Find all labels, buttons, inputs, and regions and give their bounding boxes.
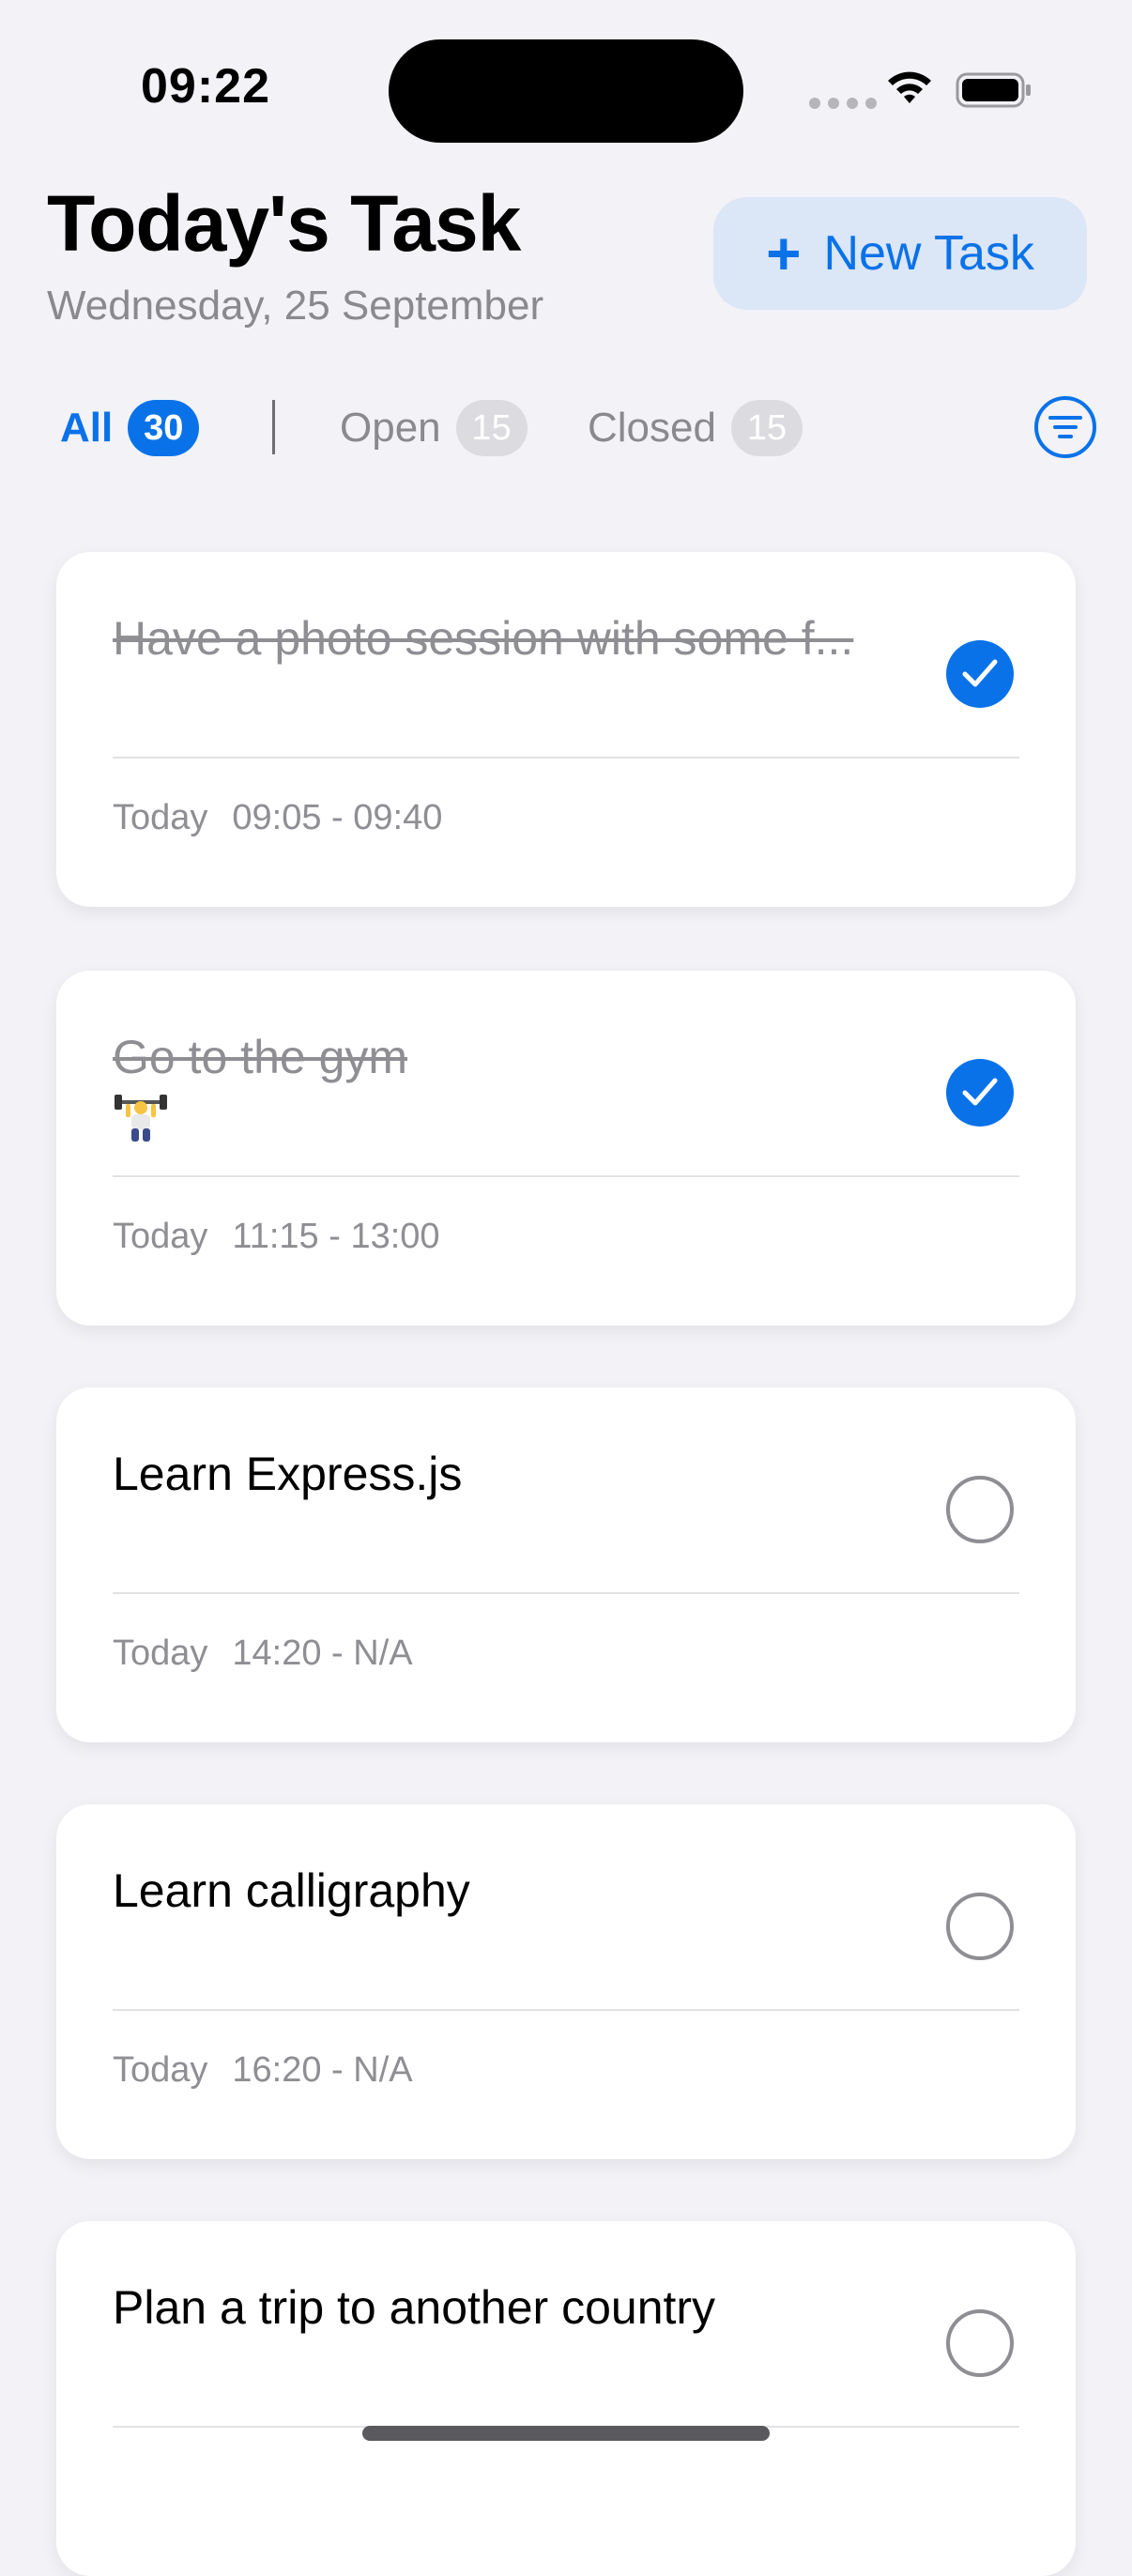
page-date: Wednesday, 25 September	[47, 283, 544, 329]
status-time: 09:22	[141, 59, 270, 114]
task-card[interactable]: Learn Express.js Today 14:20 - N/A	[56, 1388, 1076, 1742]
task-checkbox-unchecked[interactable]	[946, 1893, 1014, 1960]
task-title: Plan a trip to another country	[113, 2281, 716, 2334]
home-indicator[interactable]	[362, 2426, 770, 2441]
task-checkbox-unchecked[interactable]	[946, 1476, 1014, 1543]
task-checkbox-unchecked[interactable]	[946, 2309, 1014, 2377]
checkmark-icon	[962, 659, 998, 687]
tab-closed-label: Closed	[588, 405, 716, 451]
plus-icon: +	[766, 220, 802, 287]
task-card[interactable]: Learn calligraphy Today 16:20 - N/A	[56, 1804, 1076, 2159]
wifi-icon	[888, 71, 931, 103]
task-title: Have a photo session with some f...	[113, 612, 854, 665]
task-title: Learn calligraphy	[113, 1864, 470, 1917]
new-task-label: New Task	[823, 226, 1034, 281]
task-schedule: Today 11:15 - 13:00	[113, 1217, 440, 1257]
tab-closed[interactable]: Closed 15	[588, 394, 803, 462]
weightlifter-emoji-icon	[115, 1095, 167, 1142]
card-divider	[113, 757, 1019, 759]
page-title: Today's Task	[47, 179, 521, 268]
battery-icon	[956, 72, 1031, 108]
tab-all[interactable]: All 30	[60, 394, 200, 462]
task-title: Go to the gym	[113, 1031, 408, 1083]
filter-tabs: All 30 Open 15 Closed 15	[60, 394, 1111, 462]
tab-closed-count-badge: 15	[730, 400, 803, 456]
task-time: 11:15 - 13:00	[232, 1217, 440, 1256]
task-time: 16:20 - N/A	[232, 2050, 413, 2090]
task-checkbox-checked[interactable]	[946, 1059, 1014, 1127]
task-title: Learn Express.js	[113, 1448, 463, 1500]
task-schedule: Today 09:05 - 09:40	[113, 798, 442, 838]
tab-open-count-badge: 15	[455, 400, 528, 456]
task-day: Today	[113, 1633, 208, 1673]
tab-all-label: All	[60, 405, 114, 451]
card-divider	[113, 1175, 1019, 1177]
tab-all-count-badge: 30	[128, 400, 200, 456]
tab-open-label: Open	[340, 405, 441, 451]
tab-divider	[272, 400, 275, 454]
dynamic-island	[389, 39, 743, 143]
task-card[interactable]: Plan a trip to another country	[56, 2221, 1076, 2576]
new-task-button[interactable]: + New Task	[713, 197, 1087, 310]
task-day: Today	[113, 1217, 208, 1256]
task-day: Today	[113, 798, 208, 837]
task-time: 09:05 - 09:40	[232, 798, 443, 837]
card-divider	[113, 1592, 1019, 1594]
filter-icon[interactable]	[1033, 394, 1098, 460]
task-card[interactable]: Go to the gym Today 11:15 - 13:00	[56, 971, 1076, 1326]
status-bar: 09:22	[0, 0, 1132, 178]
task-schedule: Today 16:20 - N/A	[113, 2050, 413, 2091]
task-card[interactable]: Have a photo session with some f... Toda…	[56, 552, 1076, 907]
task-time: 14:20 - N/A	[232, 1633, 413, 1673]
task-schedule: Today 14:20 - N/A	[113, 1633, 413, 1674]
task-checkbox-checked[interactable]	[946, 640, 1014, 708]
checkmark-icon	[962, 1078, 998, 1106]
tab-open[interactable]: Open 15	[340, 394, 528, 462]
card-divider	[113, 2009, 1019, 2011]
task-day: Today	[113, 2050, 208, 2090]
cellular-signal-icon	[809, 98, 877, 109]
